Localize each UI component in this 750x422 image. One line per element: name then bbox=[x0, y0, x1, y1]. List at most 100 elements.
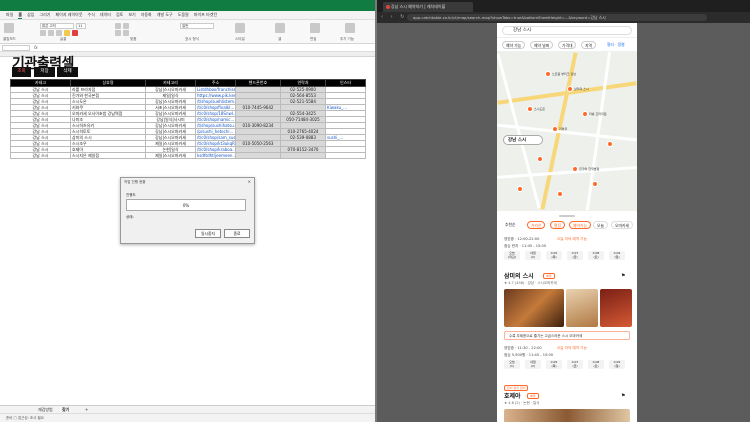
map-pin[interactable] bbox=[567, 86, 573, 92]
time-slot[interactable]: 0.07 (금) bbox=[567, 360, 583, 369]
sort-chip[interactable]: 추천순 bbox=[502, 221, 518, 229]
search-button[interactable]: 조회 bbox=[12, 67, 31, 77]
time-slot[interactable]: 0.05 (목) bbox=[546, 360, 562, 369]
chip[interactable]: 예약가능 bbox=[569, 221, 591, 229]
map-search-chip[interactable]: 강남 스시 bbox=[503, 135, 543, 145]
time-slot[interactable]: 오늘 (1) bbox=[504, 360, 520, 369]
filter-reserve[interactable]: 예약 가능 bbox=[502, 41, 526, 49]
number-format-select[interactable]: 일반 bbox=[180, 23, 214, 29]
close-icon[interactable]: × bbox=[248, 179, 251, 184]
ribbon-tab[interactable]: 데이터 bbox=[100, 12, 111, 18]
url-field[interactable]: app.catchtable.co.kr/ct/map/search-map?s… bbox=[407, 14, 707, 21]
map-pin[interactable] bbox=[582, 111, 588, 117]
map-pin[interactable] bbox=[517, 186, 523, 192]
bookmark-icon[interactable]: ⚑ bbox=[621, 273, 625, 279]
map-pin[interactable] bbox=[537, 156, 543, 162]
column-header[interactable]: 카테고 bbox=[10, 79, 71, 87]
table-cell[interactable]: /t/c0/shop/18SnwI... bbox=[195, 110, 236, 117]
time-slot[interactable]: 0.05 (목) bbox=[546, 251, 562, 260]
chip[interactable]: 평점 bbox=[550, 221, 565, 229]
font-color-icon[interactable] bbox=[72, 30, 78, 36]
ribbon-tab[interactable]: 검토 bbox=[116, 12, 123, 18]
table-cell[interactable]: /t/c0/shop/kraboa... bbox=[195, 146, 236, 153]
ribbon-tab[interactable]: 삽입 bbox=[27, 12, 34, 18]
add-sheet-icon[interactable]: + bbox=[85, 407, 88, 412]
font-size-select[interactable]: 11 bbox=[76, 23, 86, 29]
table-cell[interactable]: /t/shop/sushihatsu... bbox=[195, 122, 236, 129]
map-pin[interactable] bbox=[552, 126, 558, 132]
table-cell[interactable]: /t/c0/shop/sam_sushi... bbox=[195, 134, 236, 141]
name-box[interactable] bbox=[2, 45, 30, 51]
time-slot[interactable]: 0.09 (일) bbox=[609, 251, 625, 260]
time-slot[interactable]: 0.09 (일) bbox=[609, 360, 625, 369]
add-ins-icon[interactable] bbox=[345, 23, 355, 33]
ribbon-tab[interactable]: 수식 bbox=[88, 12, 95, 18]
ribbon-tab[interactable]: 보기 bbox=[128, 12, 135, 18]
time-slot[interactable]: 0.08 (토) bbox=[588, 360, 604, 369]
italic-icon[interactable] bbox=[48, 30, 54, 36]
fill-color-icon[interactable] bbox=[64, 30, 70, 36]
time-slot[interactable]: 0.08 (토) bbox=[588, 251, 604, 260]
browser-tab[interactable]: 강남 스시 예약하기 | 캐치테이블 bbox=[383, 2, 473, 12]
bold-icon[interactable] bbox=[40, 30, 46, 36]
filter-sort[interactable]: 필터 · 정렬 bbox=[604, 41, 628, 49]
insert-cells-icon[interactable] bbox=[275, 23, 285, 33]
restaurant-photo[interactable] bbox=[504, 409, 630, 422]
table-cell[interactable]: 강남 스시 bbox=[10, 152, 71, 159]
align-middle-icon[interactable] bbox=[123, 23, 129, 29]
chip[interactable]: 오마카세 bbox=[611, 221, 633, 229]
filter-region[interactable]: 지역 bbox=[581, 41, 596, 49]
map-pin[interactable] bbox=[545, 71, 551, 77]
table-cell[interactable]: /t/c0/shop/finalkl... bbox=[195, 104, 236, 111]
table-cell[interactable]: /p/sushi_hetochi... bbox=[195, 128, 236, 135]
restaurant-name[interactable]: 호제아 bbox=[504, 391, 521, 400]
restaurant-name[interactable]: 삼미의 스시 bbox=[504, 271, 534, 280]
promo-banner[interactable]: 수룩 무제한으로 즐기는 고급스러운 스시 오마카세 bbox=[504, 331, 630, 340]
table-cell[interactable]: 050-71484-3025 bbox=[280, 116, 326, 123]
map-pin[interactable] bbox=[592, 181, 598, 187]
map-pin[interactable] bbox=[607, 141, 613, 147]
table-cell[interactable]: 제일|스시오마카세 bbox=[145, 152, 196, 159]
map-pin[interactable] bbox=[557, 191, 563, 197]
table-cell[interactable] bbox=[280, 152, 326, 159]
table-cell[interactable]: /t/c0/shop/kt3ukqR... bbox=[195, 140, 236, 147]
search-input[interactable]: 강남 스시 bbox=[502, 26, 632, 35]
restaurant-photo[interactable] bbox=[600, 289, 632, 327]
ribbon-tab[interactable]: 파이프 타겟턴 bbox=[194, 12, 217, 18]
column-header[interactable]: 인스타 bbox=[325, 79, 366, 87]
map[interactable]: 노트럼 부티크 강남 삼미의 스시 스시도온 라를 프라자점 키와쿠 진가와 한… bbox=[497, 51, 637, 211]
table-cell[interactable] bbox=[235, 152, 281, 159]
ribbon-tab-active[interactable]: 홈 bbox=[18, 12, 23, 19]
sum-icon[interactable] bbox=[310, 23, 320, 33]
column-header[interactable]: 상호명 bbox=[70, 79, 146, 87]
ribbon-tab[interactable]: 파일 bbox=[6, 12, 13, 18]
filter-date[interactable]: 예약 날짜 bbox=[530, 41, 554, 49]
sheet-handle[interactable] bbox=[559, 215, 575, 217]
ribbon-tab[interactable]: 그리기 bbox=[39, 12, 50, 18]
table-cell[interactable]: ksdttdht/jeemeen... bbox=[195, 152, 236, 159]
align-top-icon[interactable] bbox=[115, 23, 121, 29]
nav-arrows-icon[interactable]: ‹ › ↻ bbox=[381, 14, 407, 20]
underline-icon[interactable] bbox=[56, 30, 62, 36]
pause-button[interactable]: 일시중지 bbox=[195, 229, 221, 238]
ribbon-tab[interactable]: 도움말 bbox=[178, 12, 189, 18]
align-center-icon[interactable] bbox=[123, 30, 129, 36]
ribbon-tab[interactable]: 자동화 bbox=[141, 12, 152, 18]
restaurant-photo[interactable] bbox=[504, 289, 564, 327]
align-left-icon[interactable] bbox=[115, 30, 121, 36]
table-cell[interactable]: https://www.pik.kesiri... bbox=[195, 92, 236, 99]
map-pin[interactable] bbox=[527, 106, 533, 112]
time-slot[interactable]: 0.07 (금) bbox=[567, 251, 583, 260]
column-header[interactable]: 핸드폰번호 bbox=[235, 79, 281, 87]
ribbon-tab[interactable]: 페이지 레이아웃 bbox=[55, 12, 82, 18]
ribbon-tab[interactable]: 개발 도구 bbox=[157, 12, 173, 18]
column-header[interactable]: 연락처 bbox=[280, 79, 326, 87]
filter-price[interactable]: 가격대 bbox=[558, 41, 577, 49]
paste-icon[interactable] bbox=[4, 23, 14, 33]
font-name-select[interactable]: 맑은 고딕 bbox=[40, 23, 74, 29]
table-cell[interactable]: 스시지은 제일점 bbox=[70, 152, 146, 159]
conditional-format-icon[interactable] bbox=[235, 23, 245, 33]
column-header[interactable]: 카테고리 bbox=[145, 79, 196, 87]
save-button[interactable]: 저장 bbox=[34, 67, 55, 77]
table-cell[interactable]: Listdhbox/franchise... bbox=[195, 86, 236, 93]
